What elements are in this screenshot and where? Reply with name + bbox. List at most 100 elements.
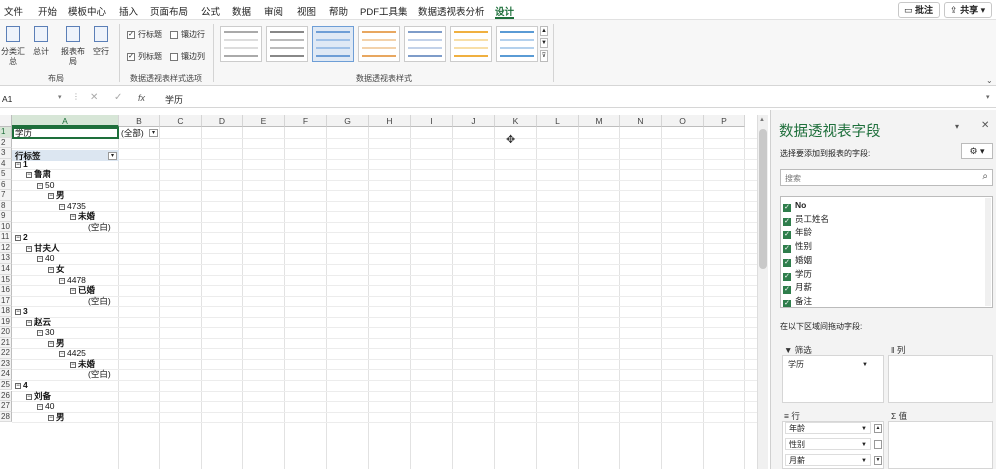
collapse-icon[interactable]: − bbox=[26, 319, 32, 326]
tab-pdf-tools[interactable]: PDF工具集 bbox=[360, 4, 408, 18]
row-header-5[interactable]: 5 bbox=[0, 169, 12, 180]
column-header-k[interactable]: K bbox=[495, 115, 537, 127]
row-header-16[interactable]: 16 bbox=[0, 285, 12, 296]
collapse-icon[interactable]: − bbox=[15, 382, 21, 389]
dropdown-arrow-icon[interactable]: ▼ bbox=[861, 439, 867, 451]
pivot-style-thumb[interactable] bbox=[496, 26, 538, 62]
pivot-row-label[interactable]: − 未婚 bbox=[70, 211, 95, 222]
pivot-row-label[interactable]: − 男 bbox=[48, 190, 65, 201]
field-checkbox[interactable]: ✓ bbox=[783, 231, 791, 240]
field-item[interactable]: ✓ 年龄 bbox=[783, 226, 812, 240]
pivot-row-label[interactable]: −4 bbox=[15, 380, 28, 391]
field-item[interactable]: ✓ No bbox=[783, 199, 806, 212]
row-header-14[interactable]: 14 bbox=[0, 264, 12, 275]
row-header-15[interactable]: 15 bbox=[0, 274, 12, 286]
column-header-m[interactable]: M bbox=[579, 115, 620, 127]
pivot-row-label[interactable]: (空白) bbox=[88, 369, 111, 380]
col-headers-checkbox[interactable]: ✓ bbox=[127, 53, 135, 61]
scroll-up-icon[interactable]: ▲ bbox=[759, 117, 765, 123]
pivot-row-label[interactable]: − 甘夫人 bbox=[26, 243, 60, 254]
tab-design[interactable]: 设计 bbox=[495, 4, 515, 19]
field-checkbox[interactable]: ✓ bbox=[783, 272, 791, 281]
row-header-13[interactable]: 13 bbox=[0, 253, 12, 264]
row-header-1[interactable]: 1 bbox=[0, 127, 12, 138]
filter-field-item[interactable]: 学历 ▼ bbox=[785, 359, 871, 371]
pivot-row-label[interactable]: −4425 bbox=[59, 348, 86, 359]
gallery-more-button[interactable]: ⊽ bbox=[540, 50, 548, 62]
row-field-item[interactable]: 年龄 ▼ bbox=[785, 422, 871, 434]
collapse-icon[interactable]: − bbox=[37, 256, 43, 263]
collapse-ribbon-icon[interactable]: ⌄ bbox=[986, 76, 993, 85]
tab-formulas[interactable]: 公式 bbox=[201, 4, 220, 18]
row-header-21[interactable]: 21 bbox=[0, 337, 12, 349]
collapse-icon[interactable]: − bbox=[48, 414, 54, 421]
pivot-row-label[interactable]: −3 bbox=[15, 306, 28, 317]
pivot-row-label[interactable]: (空白) bbox=[88, 296, 111, 307]
column-header-h[interactable]: H bbox=[369, 115, 411, 127]
row-header-28[interactable]: 28 bbox=[0, 411, 12, 423]
comments-button[interactable]: ▭ 批注 bbox=[898, 2, 940, 18]
row-header-4[interactable]: 4 bbox=[0, 158, 12, 170]
field-checkbox[interactable]: ✓ bbox=[783, 217, 791, 226]
row-header-6[interactable]: 6 bbox=[0, 179, 12, 191]
collapse-icon[interactable]: − bbox=[48, 267, 54, 274]
pivot-row-label[interactable]: − 鲁肃 bbox=[26, 169, 51, 180]
column-header-n[interactable]: N bbox=[620, 115, 662, 127]
field-item[interactable]: ✓ 月薪 bbox=[783, 281, 812, 295]
row-header-7[interactable]: 7 bbox=[0, 190, 12, 201]
name-box-dropdown-icon[interactable]: ▾ bbox=[58, 93, 62, 101]
pivot-row-label[interactable]: − 未婚 bbox=[70, 359, 95, 370]
collapse-icon[interactable]: − bbox=[70, 288, 76, 295]
field-item[interactable]: ✓ 学历 bbox=[783, 268, 812, 281]
rows-scroll-track[interactable] bbox=[874, 440, 882, 449]
column-header-c[interactable]: C bbox=[160, 115, 202, 127]
pivot-row-label[interactable]: −4478 bbox=[59, 275, 86, 286]
panel-options-icon[interactable]: ▾ bbox=[955, 122, 959, 131]
row-header-2[interactable]: 2 bbox=[0, 137, 12, 149]
pivot-row-label[interactable]: −40 bbox=[37, 401, 54, 412]
insert-function-icon[interactable]: fx bbox=[138, 93, 145, 103]
filters-area[interactable]: 学历 ▼ bbox=[782, 355, 884, 403]
filter-dropdown-button[interactable]: ▾ bbox=[149, 128, 158, 137]
tab-pivot-analyze[interactable]: 数据透视表分析 bbox=[418, 4, 485, 18]
rows-area[interactable]: 年龄 ▼ 性别 ▼ 月薪 ▼ ▲ ▼ bbox=[782, 421, 884, 469]
share-button[interactable]: ⇪ 共享 ▾ bbox=[944, 2, 992, 18]
dropdown-arrow-icon[interactable]: ▼ bbox=[861, 423, 867, 435]
pivot-row-label[interactable]: −2 bbox=[15, 232, 28, 243]
collapse-icon[interactable]: − bbox=[26, 245, 32, 252]
field-checkbox[interactable]: ✓ bbox=[783, 245, 791, 254]
pivot-row-label[interactable]: (空白) bbox=[88, 222, 111, 233]
column-header-e[interactable]: E bbox=[243, 115, 285, 127]
row-header-17[interactable]: 17 bbox=[0, 295, 12, 307]
banded-cols-checkbox[interactable] bbox=[170, 53, 178, 61]
row-header-23[interactable]: 23 bbox=[0, 358, 12, 370]
tab-data[interactable]: 数据 bbox=[232, 4, 251, 18]
collapse-icon[interactable]: − bbox=[59, 351, 65, 358]
row-headers-checkbox[interactable]: ✓ bbox=[127, 31, 135, 39]
collapse-icon[interactable]: − bbox=[48, 340, 54, 347]
row-header-26[interactable]: 26 bbox=[0, 390, 12, 402]
collapse-icon[interactable]: − bbox=[48, 193, 54, 200]
cancel-icon[interactable]: ✕ bbox=[90, 92, 98, 103]
gallery-up-button[interactable]: ▲ bbox=[540, 26, 548, 36]
collapse-icon[interactable]: − bbox=[59, 203, 65, 210]
row-header-10[interactable]: 10 bbox=[0, 221, 12, 233]
row-header-9[interactable]: 9 bbox=[0, 211, 12, 222]
column-header-g[interactable]: G bbox=[327, 115, 369, 127]
row-header-11[interactable]: 11 bbox=[0, 232, 12, 243]
gallery-down-button[interactable]: ▼ bbox=[540, 38, 548, 48]
column-header-f[interactable]: F bbox=[285, 115, 327, 127]
cell-a1[interactable]: 学历 bbox=[15, 128, 32, 139]
pivot-row-label[interactable]: − 已婚 bbox=[70, 285, 95, 296]
field-item[interactable]: ✓ 性别 bbox=[783, 240, 812, 254]
pivot-style-thumb[interactable] bbox=[220, 26, 262, 62]
collapse-icon[interactable]: − bbox=[15, 161, 21, 168]
row-header-3[interactable]: 3 bbox=[0, 148, 12, 159]
column-header-o[interactable]: O bbox=[662, 115, 704, 127]
enter-icon[interactable]: ✓ bbox=[114, 92, 122, 103]
values-area[interactable] bbox=[888, 421, 993, 469]
column-header-p[interactable]: P bbox=[704, 115, 745, 127]
row-header-24[interactable]: 24 bbox=[0, 369, 12, 380]
rows-scroll-down-icon[interactable]: ▼ bbox=[874, 456, 882, 465]
expand-formula-icon[interactable]: ▾ bbox=[986, 93, 990, 101]
